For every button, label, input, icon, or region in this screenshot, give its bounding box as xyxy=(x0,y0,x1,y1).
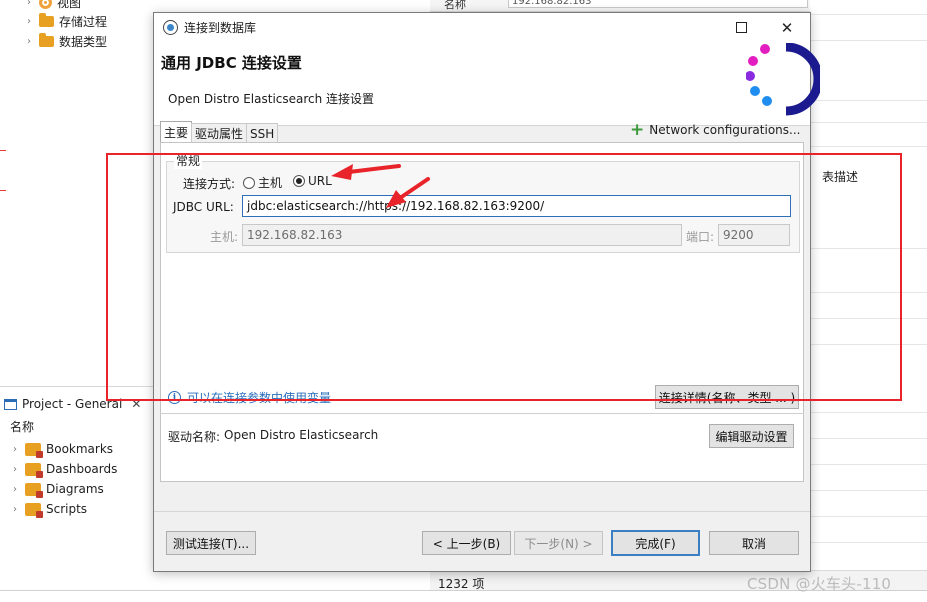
finish-button[interactable]: 完成(F) xyxy=(611,530,700,556)
maximize-button[interactable] xyxy=(718,13,764,42)
dialog-window-title: 连接到数据库 xyxy=(184,21,257,35)
tab-ssh[interactable]: SSH xyxy=(246,123,279,143)
project-icon xyxy=(4,398,17,410)
project-item-diagrams[interactable]: › Diagrams xyxy=(10,479,104,499)
tab-driver-properties[interactable]: 驱动属性 xyxy=(191,123,248,143)
cancel-button[interactable]: 取消 xyxy=(709,531,799,555)
close-button[interactable]: ✕ xyxy=(764,13,810,42)
driver-name-label: 驱动名称: xyxy=(168,430,221,444)
project-item-label: Scripts xyxy=(46,502,88,516)
tab-strip: 主要 驱动属性 SSH xyxy=(160,121,279,143)
dialog-heading: 通用 JDBC 连接设置 xyxy=(161,54,302,72)
tree-item-procedures[interactable]: › 存储过程 xyxy=(24,11,107,31)
chevron-right-icon[interactable]: › xyxy=(24,0,34,8)
watermark: CSDN @火车头-110 xyxy=(747,575,892,593)
folder-icon xyxy=(39,32,54,47)
chevron-right-icon[interactable]: › xyxy=(24,36,34,47)
grid-line xyxy=(810,122,927,123)
project-item-label: Dashboards xyxy=(46,462,118,476)
grid-line xyxy=(810,412,927,413)
dbeaver-logo-icon xyxy=(746,43,820,116)
tree-item-label: 数据类型 xyxy=(59,34,108,49)
diagrams-icon xyxy=(25,482,43,498)
grid-line xyxy=(810,438,927,439)
tree-item-label: 视图 xyxy=(57,0,82,10)
project-item-scripts[interactable]: › Scripts xyxy=(10,499,87,519)
grid-line xyxy=(810,490,927,491)
grid-line xyxy=(810,100,927,101)
separator xyxy=(160,413,804,414)
dashboards-icon xyxy=(25,462,43,478)
background-name-value[interactable]: 192.168.82.163 xyxy=(508,0,808,8)
plus-icon: + xyxy=(630,120,645,140)
grid-line xyxy=(810,146,927,147)
chevron-right-icon[interactable]: › xyxy=(24,16,34,27)
next-button[interactable]: 下一步(N) > xyxy=(514,531,603,555)
dialog-header: 通用 JDBC 连接设置 Open Distro Elasticsearch 连… xyxy=(154,42,810,126)
tree-item-label: 存储过程 xyxy=(59,14,108,29)
folder-icon xyxy=(39,12,54,27)
annotation-arrow-jdbc-icon xyxy=(386,177,430,208)
maximize-icon xyxy=(735,22,747,33)
test-connection-button[interactable]: 测试连接(T)... xyxy=(166,531,256,555)
close-icon: ✕ xyxy=(780,18,794,37)
chevron-right-icon[interactable]: › xyxy=(10,464,20,475)
grid-line xyxy=(810,40,927,41)
edit-driver-button[interactable]: 编辑驱动设置 xyxy=(709,424,794,448)
grid-line xyxy=(810,516,927,517)
tab-main[interactable]: 主要 xyxy=(160,121,193,143)
network-configurations-button[interactable]: + Network configurations... xyxy=(630,120,801,140)
grid-line xyxy=(810,464,927,465)
back-button[interactable]: < 上一步(B) xyxy=(422,531,511,555)
background-marker xyxy=(0,150,6,151)
chevron-right-icon[interactable]: › xyxy=(10,444,20,455)
chevron-right-icon[interactable]: › xyxy=(10,504,20,515)
bookmarks-icon xyxy=(25,442,43,458)
grid-line xyxy=(810,542,927,543)
dialog-subheading: Open Distro Elasticsearch 连接设置 xyxy=(168,92,375,106)
project-item-bookmarks[interactable]: › Bookmarks xyxy=(10,439,113,459)
project-item-label: Diagrams xyxy=(46,482,104,496)
project-item-dashboards[interactable]: › Dashboards xyxy=(10,459,117,479)
project-item-label: Bookmarks xyxy=(46,442,114,456)
network-configurations-label: Network configurations... xyxy=(649,123,801,137)
chevron-right-icon[interactable]: › xyxy=(10,484,20,495)
scripts-icon xyxy=(25,502,43,518)
dialog-titlebar[interactable]: 连接到数据库 ✕ xyxy=(154,13,810,42)
view-icon xyxy=(39,0,52,9)
tree-item-datatypes[interactable]: › 数据类型 xyxy=(24,31,107,51)
background-name-label: 名称 xyxy=(444,0,466,11)
driver-name-value: Open Distro Elasticsearch xyxy=(224,428,379,442)
annotation-highlight-box xyxy=(106,153,902,401)
project-column-header: 名称 xyxy=(10,420,35,434)
footer-separator xyxy=(154,511,810,512)
grid-line xyxy=(810,14,927,15)
driver-name-row: 驱动名称: Open Distro Elasticsearch xyxy=(168,428,378,445)
background-marker xyxy=(0,190,6,191)
app-icon xyxy=(163,20,178,35)
